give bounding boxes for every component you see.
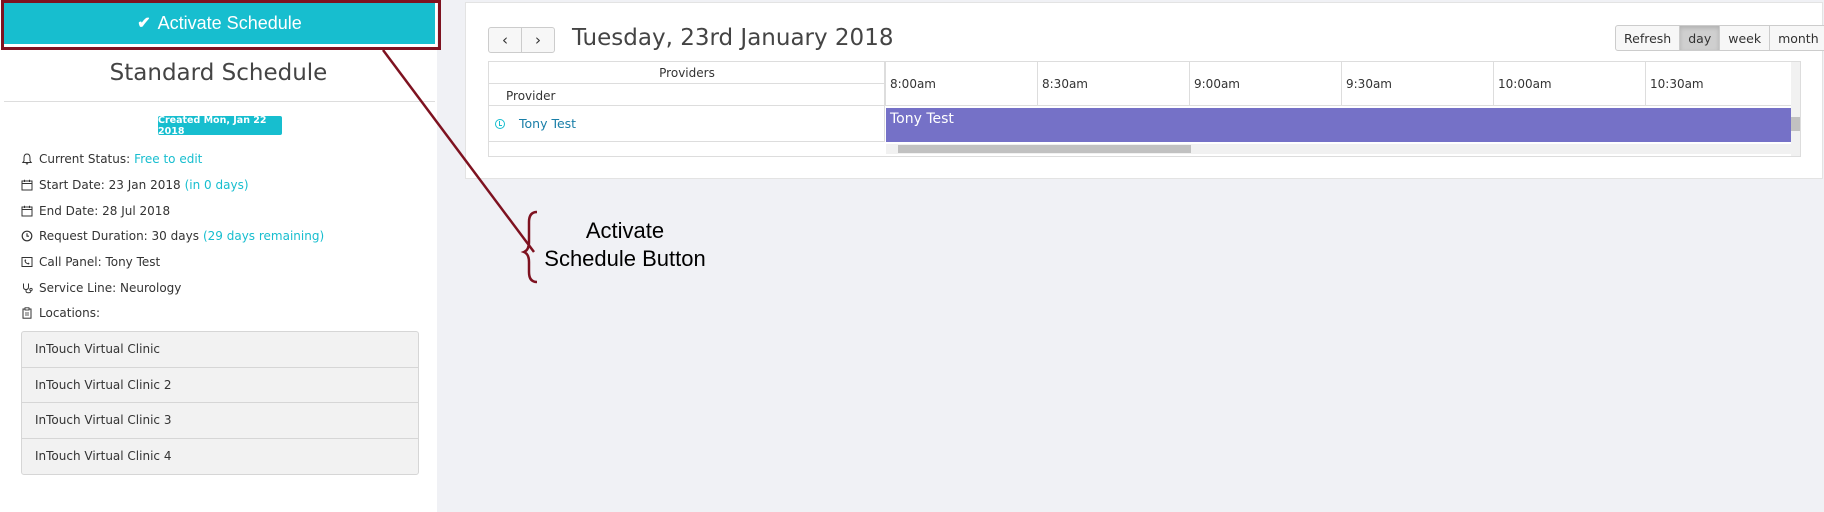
service-line-label: Service Line: Neurology [39, 281, 182, 295]
request-duration-label: Request Duration: 30 days [39, 229, 199, 243]
provider-row: Tony Test [489, 106, 885, 142]
schedule-event[interactable]: Tony Test [886, 108, 1793, 142]
calendar-icon [21, 205, 33, 217]
clock-icon [21, 230, 33, 242]
provider-column-label: Provider [506, 89, 556, 103]
locations-list: InTouch Virtual Clinic InTouch Virtual C… [21, 331, 419, 475]
chevron-left-icon: ‹ [502, 31, 508, 49]
time-slot-label: 8:30am [1037, 62, 1189, 105]
time-header: 8:00am 8:30am 9:00am 9:30am 10:00am 10:3… [885, 62, 1797, 106]
provider-name-link[interactable]: Tony Test [519, 116, 576, 131]
status-label: Current Status: [39, 152, 131, 166]
day-view-button[interactable]: day [1679, 25, 1721, 51]
time-slot-label: 9:00am [1189, 62, 1341, 105]
annotation-line-1: Activate [585, 218, 665, 243]
end-date-label: End Date: 28 Jul 2018 [39, 204, 171, 218]
service-line-row: Service Line: Neurology [21, 281, 181, 295]
calendar-panel: ‹ › Tuesday, 23rd January 2018 Refresh d… [465, 2, 1824, 179]
time-slot-label: 9:30am [1341, 62, 1493, 105]
chevron-right-icon: › [535, 31, 541, 49]
locations-label: Locations: [39, 306, 101, 320]
annotation-highlight-box [1, 0, 441, 50]
current-status-row: Current Status: Free to edit [21, 152, 202, 166]
refresh-button[interactable]: Refresh [1615, 25, 1681, 51]
calendar-date-title: Tuesday, 23rd January 2018 [572, 25, 894, 51]
scrollbar-thumb[interactable] [1791, 117, 1800, 131]
stethoscope-icon [23, 283, 33, 294]
status-value: Free to edit [134, 152, 203, 166]
timeline-scheduler: Providers Provider Tony Test 8:00am 8:30… [488, 61, 1801, 157]
created-badge: Created Mon, Jan 22 2018 [158, 115, 282, 137]
scrollbar-thumb[interactable] [898, 145, 1191, 153]
start-date-note: (in 0 days) [184, 178, 249, 192]
providers-header: Providers Provider [489, 62, 885, 106]
request-duration-note: (29 days remaining) [202, 229, 325, 243]
view-switcher: Refresh day week month [1615, 25, 1824, 51]
calendar-icon [21, 179, 33, 191]
call-panel-label: Call Panel: Tony Test [39, 255, 161, 269]
divider [4, 101, 435, 102]
location-item[interactable]: InTouch Virtual Clinic 3 [22, 403, 418, 439]
vertical-scrollbar[interactable] [1791, 62, 1800, 156]
schedule-panel: ✔ Activate Schedule Standard Schedule Cr… [0, 0, 437, 512]
next-day-button[interactable]: › [521, 27, 555, 53]
month-view-button[interactable]: month [1769, 25, 1824, 51]
location-item[interactable]: InTouch Virtual Clinic [22, 332, 418, 368]
clipboard-icon [22, 307, 32, 319]
prev-day-button[interactable]: ‹ [488, 27, 522, 53]
end-date-row: End Date: 28 Jul 2018 [21, 204, 170, 218]
time-slot-label: 10:30am [1645, 62, 1797, 105]
location-item[interactable]: InTouch Virtual Clinic 2 [22, 368, 418, 403]
call-panel-row: Call Panel: Tony Test [21, 255, 160, 269]
clock-icon [495, 118, 505, 129]
location-item[interactable]: InTouch Virtual Clinic 4 [22, 439, 418, 475]
annotation-line-2: Schedule Button [544, 246, 706, 271]
time-slot-label: 8:00am [885, 62, 1037, 105]
week-view-button[interactable]: week [1719, 25, 1771, 51]
providers-header-label: Providers [489, 62, 885, 84]
start-date-label: Start Date: 23 Jan 2018 [39, 178, 181, 192]
call-panel-icon [21, 257, 33, 267]
start-date-row: Start Date: 23 Jan 2018 (in 0 days) [21, 178, 249, 192]
horizontal-scrollbar[interactable] [886, 144, 1791, 154]
bell-icon [21, 153, 33, 165]
time-slot-label: 10:00am [1493, 62, 1645, 105]
annotation-label: Activate Schedule Button [535, 217, 715, 273]
request-duration-row: Request Duration: 30 days (29 days remai… [21, 229, 324, 243]
schedule-title: Standard Schedule [109, 60, 328, 86]
locations-row: Locations: [21, 306, 100, 320]
